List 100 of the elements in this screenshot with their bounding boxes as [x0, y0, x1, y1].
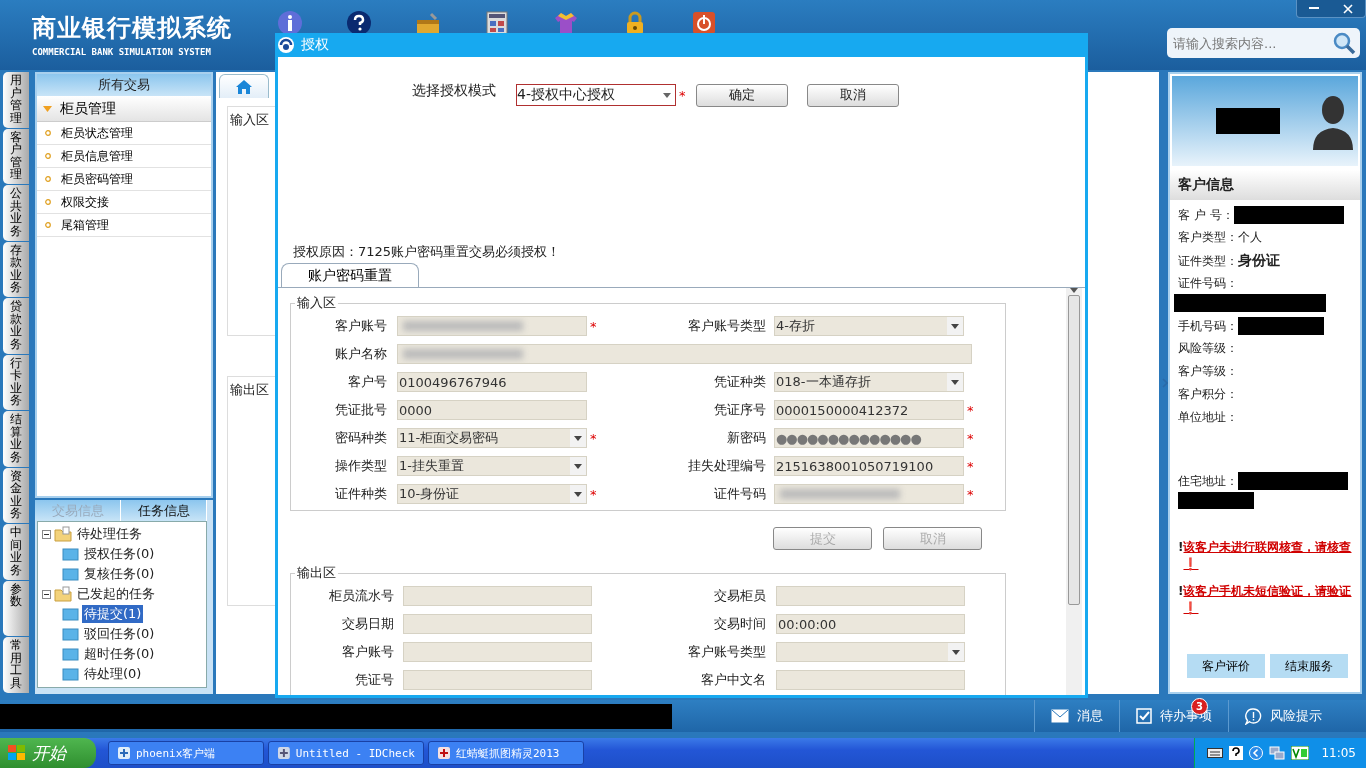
info-label: 住宅地址：	[1178, 472, 1238, 490]
dropdown-field[interactable]: 4-授权中心授权	[516, 84, 676, 106]
close-icon	[1343, 3, 1353, 14]
tree-item[interactable]: 驳回任务(0)	[82, 625, 157, 643]
info-label: 证件类型：	[1178, 252, 1238, 270]
nav-group[interactable]: 柜员管理	[37, 96, 211, 122]
warning-link[interactable]: 该客户手机未短信验证，请验证❗	[1183, 582, 1356, 618]
side-tab[interactable]: 常用工具	[3, 637, 29, 693]
chat-bubble-icon	[1245, 707, 1262, 725]
info-icon[interactable]	[277, 10, 303, 36]
info-label: 风险等级：	[1178, 340, 1238, 357]
panel-title: 所有交易	[98, 76, 150, 94]
caret-icon	[574, 491, 582, 497]
status-button[interactable]: 消息	[1034, 700, 1119, 732]
search-icon[interactable]	[1332, 31, 1356, 55]
input-field[interactable]	[403, 614, 592, 634]
action-button[interactable]: 结束服务	[1269, 654, 1348, 678]
input-field[interactable]	[776, 670, 965, 690]
app-title: 商业银行模拟系统	[32, 13, 233, 44]
input-field[interactable]	[403, 586, 592, 606]
taskbar-button[interactable]: 红蜻蜓抓图精灵2013	[428, 741, 584, 765]
tree-item[interactable]: 待处理任务	[75, 525, 144, 543]
field-label: 客户账号类型	[687, 317, 767, 335]
collapse-icon[interactable]	[42, 529, 51, 539]
dialog-button[interactable]: 取消	[807, 83, 899, 107]
info-label: 手机号码：	[1178, 317, 1238, 335]
required-mark: *	[589, 430, 598, 446]
help-icon[interactable]	[346, 10, 372, 36]
tree-item[interactable]: 超时任务(0)	[82, 645, 157, 663]
action-button[interactable]: 客户评价	[1186, 654, 1265, 678]
input-field[interactable]: 0000150000412372	[774, 400, 964, 420]
collapse-icon[interactable]	[42, 589, 51, 599]
field-label: 选择授权模式	[412, 82, 497, 100]
status-button[interactable]: 风险提示	[1228, 700, 1338, 732]
side-tab[interactable]: 参数	[3, 580, 29, 636]
tree-item[interactable]: 待处理(0)	[82, 665, 144, 683]
side-tab[interactable]: 存款业务	[3, 241, 29, 297]
input-field[interactable]	[397, 316, 587, 336]
input-field[interactable]: 2151638001050719100	[774, 456, 964, 476]
app-icon	[277, 746, 291, 760]
dialog-button[interactable]: 确定	[696, 83, 788, 107]
scrollbar[interactable]	[1066, 288, 1082, 695]
form-tab[interactable]: 账户密码重置	[281, 263, 419, 287]
dropdown-field[interactable]: 11-柜面交易密码	[397, 428, 587, 448]
help-icon[interactable]	[1229, 746, 1244, 760]
side-tab[interactable]: 用户管理	[3, 72, 29, 128]
search-field[interactable]: 请输入搜索内容...	[1167, 28, 1360, 58]
folder-icon	[62, 567, 79, 581]
tree-item[interactable]: 授权任务(0)	[82, 545, 157, 563]
side-tab[interactable]: 中间业务	[3, 524, 29, 580]
dropdown-field[interactable]	[776, 642, 965, 662]
section-legend: 输出区	[295, 564, 338, 582]
caret-icon	[951, 323, 959, 329]
taskbar-button[interactable]: Untitled - IDCheck	[268, 741, 424, 765]
tree-item[interactable]: 已发起的任务	[75, 585, 157, 603]
input-field[interactable]	[403, 642, 592, 662]
keyboard-icon[interactable]	[1207, 747, 1224, 759]
network-icon[interactable]	[1269, 746, 1286, 760]
dropdown-field[interactable]: 1-挂失重置	[397, 456, 587, 476]
side-tab[interactable]: 行卡业务	[3, 354, 29, 410]
calculator-icon[interactable]	[484, 10, 510, 36]
warning-link[interactable]: 该客户未进行联网核查，请核查❗	[1183, 539, 1356, 574]
side-tab[interactable]: 贷款业务	[3, 298, 29, 354]
input-field[interactable]	[774, 484, 964, 504]
input-field[interactable]	[403, 670, 592, 690]
side-tab[interactable]: 资金业务	[3, 467, 29, 523]
info-label: 客 户 号：	[1178, 206, 1234, 224]
expanded-icon	[43, 105, 52, 112]
power-icon[interactable]	[691, 10, 717, 36]
section-legend: 输入区	[295, 294, 338, 312]
side-tab[interactable]: 公共业务	[3, 185, 29, 241]
app-tray-icon[interactable]	[1291, 746, 1310, 760]
tree-item[interactable]: 复核任务(0)	[82, 565, 157, 583]
folder-icon	[54, 526, 72, 542]
caret-icon	[663, 92, 671, 98]
dropdown-field[interactable]: 10-身份证	[397, 484, 587, 504]
home-icon	[236, 79, 252, 94]
input-field[interactable]: 0000	[397, 400, 587, 420]
tree-item[interactable]: 待提交(1)	[82, 605, 144, 623]
input-field[interactable]: 00:00:00	[776, 614, 965, 634]
input-field[interactable]	[397, 344, 972, 364]
dropdown-field[interactable]: 4-存折	[774, 316, 964, 336]
search-input[interactable]: 请输入搜索内容...	[1171, 34, 1332, 52]
taskbar-button[interactable]: phoenix客户端	[108, 741, 264, 765]
folder-icon	[62, 647, 79, 661]
field-label: 挂失处理编号	[687, 457, 767, 475]
info-label: 客户类型：	[1178, 229, 1238, 246]
input-field[interactable]	[776, 586, 965, 606]
toolbox-icon[interactable]	[415, 10, 441, 36]
caret-icon	[1070, 288, 1078, 293]
password-field[interactable]: ●●●●●●●●●●●●●●	[774, 428, 964, 448]
home-tab[interactable]	[219, 74, 269, 98]
required-mark: *	[966, 458, 975, 474]
shirt-icon[interactable]	[553, 10, 579, 36]
side-tab[interactable]: 客户管理	[3, 128, 29, 184]
side-tab[interactable]: 结算业务	[3, 411, 29, 467]
section-label: 输入区	[230, 112, 269, 127]
dropdown-field[interactable]: 018-一本通存折	[774, 372, 964, 392]
input-field[interactable]: 0100496767946	[397, 372, 587, 392]
field-label: 客户账号	[334, 317, 388, 335]
